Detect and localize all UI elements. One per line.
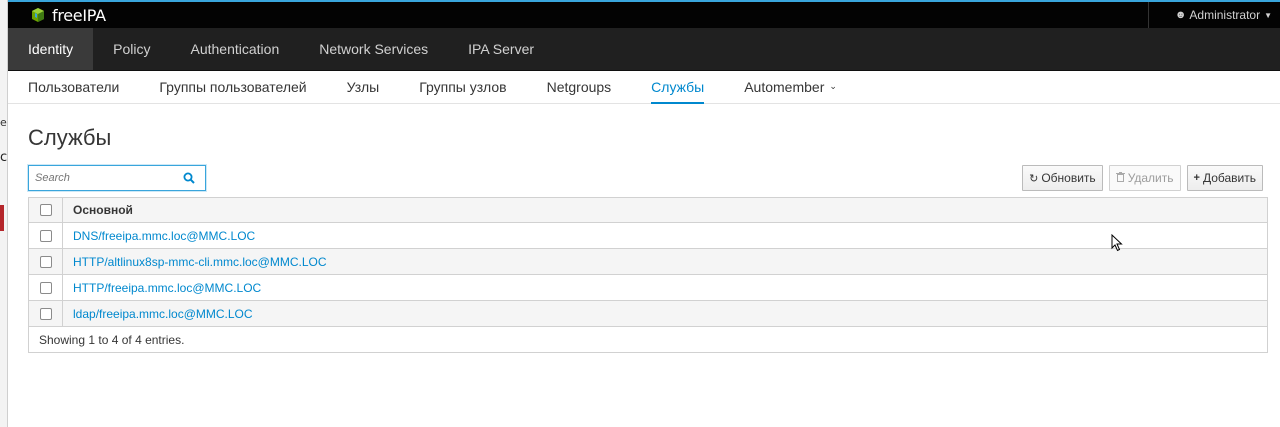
tab-services[interactable]: Службы xyxy=(651,71,705,104)
tab-hosts[interactable]: Узлы xyxy=(347,71,380,104)
table-header-row: Основной xyxy=(29,198,1267,223)
user-menu[interactable]: ☻ Administrator ▼ xyxy=(1147,2,1280,28)
table-row: DNS/freeipa.mmc.loc@MMC.LOC xyxy=(29,223,1267,249)
refresh-button[interactable]: ↻ Обновить xyxy=(1022,165,1103,191)
page-title: Службы xyxy=(28,125,112,150)
primary-nav: Identity Policy Authentication Network S… xyxy=(8,28,1280,71)
search-input[interactable] xyxy=(29,167,179,189)
row-checkbox[interactable] xyxy=(39,307,52,320)
row-check-cell xyxy=(29,223,63,248)
tab-user-groups[interactable]: Группы пользователей xyxy=(159,71,306,104)
primary-nav-network-services[interactable]: Network Services xyxy=(299,28,448,70)
background-window-edge: e c xyxy=(0,0,8,427)
tab-automember[interactable]: Automember ⌄ xyxy=(744,71,837,104)
tab-netgroups[interactable]: Netgroups xyxy=(547,71,612,104)
masthead: freeIPA ☻ Administrator ▼ xyxy=(8,0,1280,28)
tab-automember-label: Automember xyxy=(744,78,825,95)
add-label: Добавить xyxy=(1202,171,1256,185)
service-link[interactable]: HTTP/freeipa.mmc.loc@MMC.LOC xyxy=(73,281,261,295)
refresh-label: Обновить xyxy=(1041,171,1096,185)
primary-nav-policy[interactable]: Policy xyxy=(93,28,170,70)
row-checkbox[interactable] xyxy=(39,229,52,242)
background-window-glyph: c xyxy=(0,150,8,165)
table-row: HTTP/freeipa.mmc.loc@MMC.LOC xyxy=(29,275,1267,301)
tab-users[interactable]: Пользователи xyxy=(28,71,119,104)
row-checkbox[interactable] xyxy=(39,281,52,294)
brand[interactable]: freeIPA xyxy=(30,6,106,25)
primary-nav-ipa-server[interactable]: IPA Server xyxy=(448,28,554,70)
select-all-cell xyxy=(29,198,63,222)
row-check-cell xyxy=(29,275,63,300)
secondary-nav: Пользователи Группы пользователей Узлы Г… xyxy=(8,71,1280,104)
toolbar: ↻ Обновить Удалить + Добавить xyxy=(1022,165,1263,191)
service-link[interactable]: ldap/freeipa.mmc.loc@MMC.LOC xyxy=(73,307,253,321)
trash-icon xyxy=(1115,171,1125,185)
user-icon: ☻ xyxy=(1174,9,1187,21)
primary-nav-identity[interactable]: Identity xyxy=(8,28,94,70)
add-button[interactable]: + Добавить xyxy=(1186,165,1263,191)
table-row: HTTP/altlinux8sp-mmc-cli.mmc.loc@MMC.LOC xyxy=(29,249,1267,275)
primary-nav-authentication[interactable]: Authentication xyxy=(171,28,300,70)
service-link[interactable]: HTTP/altlinux8sp-mmc-cli.mmc.loc@MMC.LOC xyxy=(73,255,327,269)
background-window-glyph: e xyxy=(0,116,7,129)
refresh-icon: ↻ xyxy=(1029,172,1039,185)
row-check-cell xyxy=(29,301,63,326)
row-checkbox[interactable] xyxy=(39,255,52,268)
search-box xyxy=(28,165,206,191)
table-row: ldap/freeipa.mmc.loc@MMC.LOC xyxy=(29,301,1267,327)
row-check-cell xyxy=(29,249,63,274)
delete-button[interactable]: Удалить xyxy=(1108,165,1181,191)
chevron-down-icon: ⌄ xyxy=(829,81,837,91)
background-window-marker xyxy=(0,205,4,231)
select-all-checkbox[interactable] xyxy=(39,204,52,216)
mouse-cursor-icon xyxy=(1111,234,1123,252)
delete-label: Удалить xyxy=(1127,171,1174,185)
service-link[interactable]: DNS/freeipa.mmc.loc@MMC.LOC xyxy=(73,229,255,243)
freeipa-logo-icon xyxy=(32,8,44,22)
user-name: Administrator xyxy=(1189,8,1261,22)
table-footer: Showing 1 to 4 of 4 entries. xyxy=(39,332,185,347)
plus-icon: + xyxy=(1193,172,1200,184)
search-icon[interactable] xyxy=(179,172,199,184)
brand-name: freeIPA xyxy=(52,5,106,25)
tab-host-groups[interactable]: Группы узлов xyxy=(419,71,506,104)
services-table: Основной DNS/freeipa.mmc.loc@MMC.LOC HTT… xyxy=(28,197,1268,353)
column-header-principal[interactable]: Основной xyxy=(63,203,133,217)
caret-down-icon: ▼ xyxy=(1264,10,1272,20)
